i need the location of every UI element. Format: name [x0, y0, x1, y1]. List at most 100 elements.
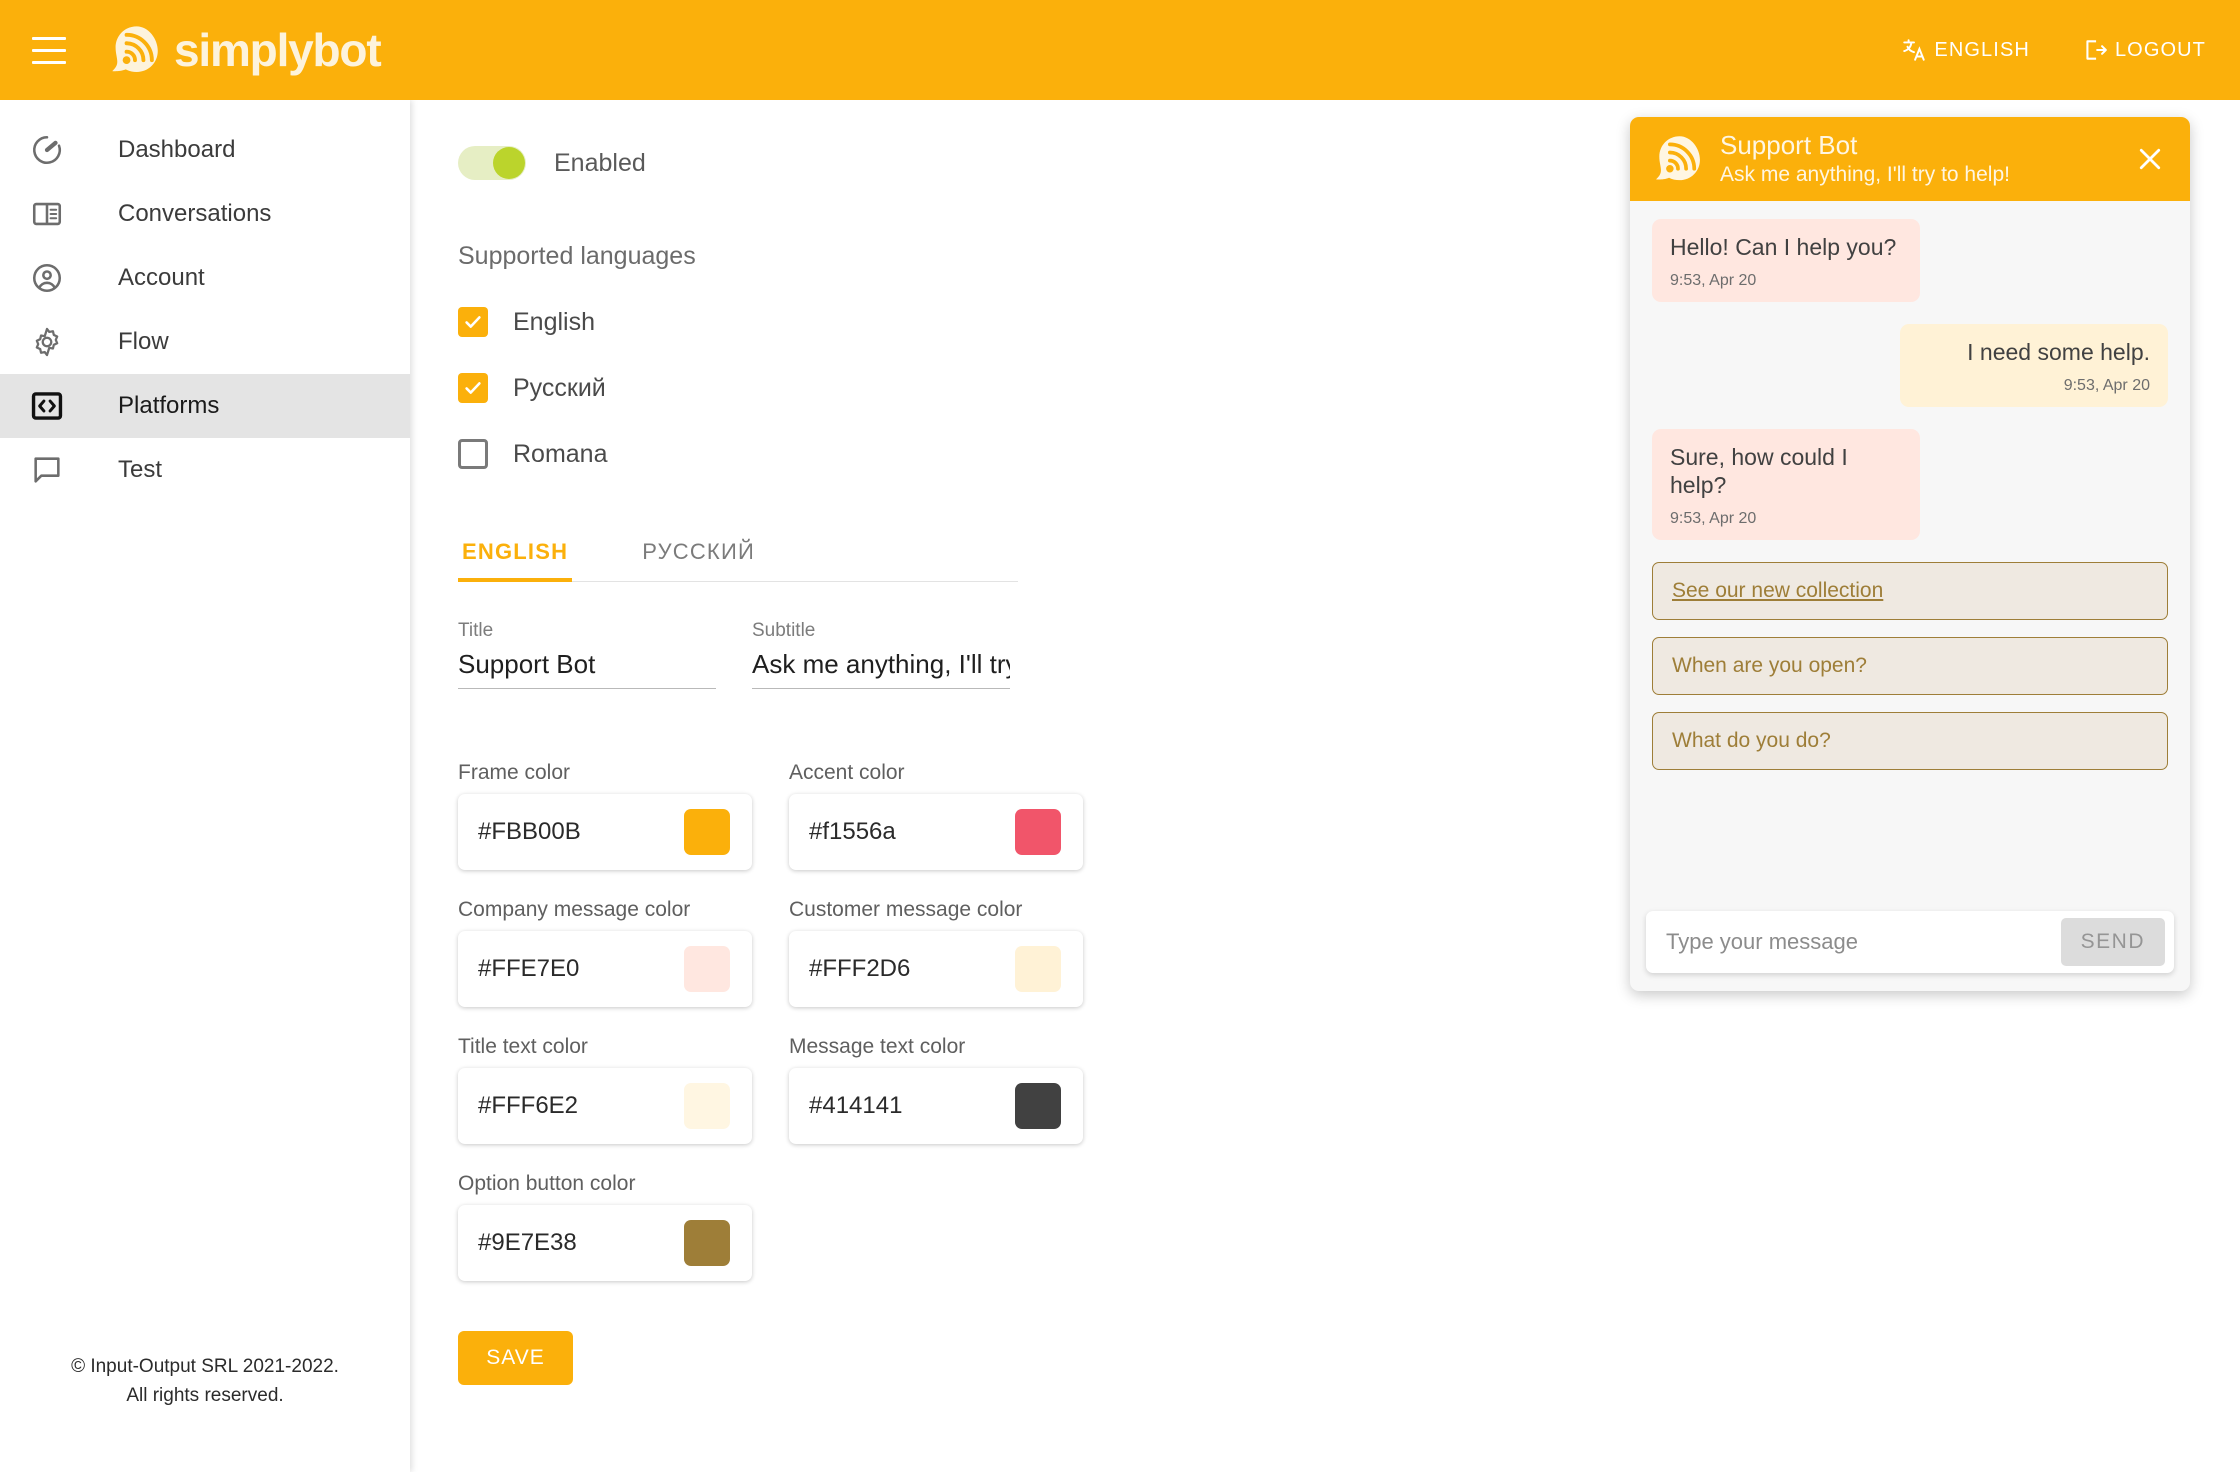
language-switcher[interactable]: ENGLISH	[1901, 37, 2030, 63]
color-value: #f1556a	[809, 818, 896, 845]
color-swatch[interactable]	[684, 1083, 730, 1129]
brand-name: simplybot	[174, 24, 382, 76]
sidebar-item-account[interactable]: Account	[0, 246, 410, 310]
subtitle-field-wrap: Subtitle	[752, 620, 1010, 689]
message-time: 9:53, Apr 20	[2063, 376, 2150, 394]
hamburger-icon[interactable]	[26, 27, 72, 73]
chat-header: Support Bot Ask me anything, I'll try to…	[1630, 117, 2190, 201]
color-value: #414141	[809, 1092, 903, 1119]
book-icon	[24, 191, 70, 237]
chat-message-user: I need some help. 9:53, Apr 20	[1900, 323, 2168, 407]
chat-option-button[interactable]: What do you do?	[1652, 712, 2168, 770]
brand-logo-link[interactable]: simplybot	[108, 23, 382, 77]
code-brackets-icon	[24, 383, 70, 429]
enabled-toggle-row: Enabled	[458, 146, 1558, 180]
chat-header-text: Support Bot Ask me anything, I'll try to…	[1720, 129, 2130, 187]
chat-title: Support Bot	[1720, 129, 1858, 160]
sidebar-item-label: Flow	[118, 328, 169, 355]
color-swatch[interactable]	[684, 1220, 730, 1266]
color-swatch[interactable]	[1015, 946, 1061, 992]
color-swatch[interactable]	[684, 946, 730, 992]
chat-input-bar: SEND	[1646, 911, 2174, 973]
color-field-box[interactable]: #FFF2D6	[789, 931, 1083, 1007]
color-value: #FFE7E0	[478, 955, 580, 982]
message-text: I need some help.	[1967, 338, 2150, 365]
sidebar-item-flow[interactable]: Flow	[0, 310, 410, 374]
color-field-box[interactable]: #FBB00B	[458, 794, 752, 870]
color-field-box[interactable]: #f1556a	[789, 794, 1083, 870]
title-input[interactable]	[458, 649, 716, 689]
top-bar: simplybot ENGLISH LOGOUT	[0, 0, 2240, 100]
color-field-box[interactable]: #414141	[789, 1068, 1083, 1144]
message-time: 9:53, Apr 20	[1670, 271, 1757, 289]
sidebar-item-dashboard[interactable]: Dashboard	[0, 118, 410, 182]
color-field-box[interactable]: #9E7E38	[458, 1205, 752, 1281]
language-checkbox-romana[interactable]: Romana	[458, 439, 1558, 469]
chat-option-button[interactable]: See our new collection	[1652, 562, 2168, 620]
color-field-label: Option button color	[458, 1172, 636, 1195]
color-value: #FFF2D6	[809, 955, 911, 982]
platform-settings-form: Enabled Supported languages English Русс…	[458, 100, 1558, 1385]
chat-message-list: Hello! Can I help you? 9:53, Apr 20 I ne…	[1630, 201, 2190, 911]
color-field-title-text: Title text color #FFF6E2	[458, 1035, 752, 1144]
color-field-message-text: Message text color #414141	[789, 1035, 1083, 1144]
copyright-line-2: All rights reserved.	[126, 1384, 284, 1406]
checkbox-unchecked-icon	[458, 439, 488, 469]
language-label: ENGLISH	[1934, 38, 2030, 61]
save-button[interactable]: SAVE	[458, 1331, 573, 1385]
language-label: English	[513, 307, 595, 336]
language-label: Romana	[513, 439, 608, 468]
logout-label: LOGOUT	[2114, 38, 2206, 61]
sidebar-item-platforms[interactable]: Platforms	[0, 374, 410, 438]
gear-icon	[24, 319, 70, 365]
title-field-label: Title	[458, 620, 494, 641]
sidebar-item-label: Conversations	[118, 200, 272, 227]
sidebar-item-label: Test	[118, 456, 163, 483]
color-field-label: Accent color	[789, 761, 905, 784]
chat-message-bot: Sure, how could I help? 9:53, Apr 20	[1652, 428, 1920, 540]
chat-message-bot: Hello! Can I help you? 9:53, Apr 20	[1652, 219, 1920, 302]
user-circle-icon	[24, 255, 70, 301]
color-field-box[interactable]: #FFE7E0	[458, 931, 752, 1007]
color-swatch[interactable]	[1015, 1083, 1061, 1129]
enabled-label: Enabled	[554, 148, 646, 177]
sidebar-item-test[interactable]: Test	[0, 438, 410, 502]
color-field-label: Message text color	[789, 1035, 966, 1058]
logout-icon	[2086, 40, 2107, 60]
color-field-box[interactable]: #FFF6E2	[458, 1068, 752, 1144]
tab-russian[interactable]: РУССКИЙ	[638, 539, 759, 581]
language-label: Русский	[513, 373, 606, 402]
sidebar-item-label: Account	[118, 264, 205, 291]
color-field-accent: Accent color #f1556a	[789, 761, 1083, 870]
language-checkbox-english[interactable]: English	[458, 307, 1558, 337]
message-text: Sure, how could I help?	[1670, 443, 1848, 499]
sidebar: Dashboard Conversations Account Flow Pla…	[0, 100, 410, 1472]
tab-english[interactable]: ENGLISH	[458, 539, 573, 582]
color-field-customer-message: Customer message color #FFF2D6	[789, 898, 1083, 1007]
checkbox-checked-icon	[458, 307, 488, 337]
send-button[interactable]: SEND	[2060, 918, 2165, 966]
gauge-icon	[24, 127, 70, 173]
tab-label: РУССКИЙ	[642, 539, 755, 564]
copyright-line-1: © Input-Output SRL 2021-2022.	[71, 1356, 339, 1377]
logout-button[interactable]: LOGOUT	[2082, 37, 2206, 63]
close-icon[interactable]	[2130, 139, 2170, 179]
sidebar-item-conversations[interactable]: Conversations	[0, 182, 410, 246]
color-field-label: Frame color	[458, 761, 571, 784]
title-field-wrap: Title	[458, 620, 716, 689]
color-field-company-message: Company message color #FFE7E0	[458, 898, 752, 1007]
enabled-toggle[interactable]	[458, 146, 526, 180]
subtitle-input[interactable]	[752, 649, 1010, 689]
color-swatch[interactable]	[684, 809, 730, 855]
chat-widget-preview: Support Bot Ask me anything, I'll try to…	[1630, 117, 2190, 991]
color-value: #FFF6E2	[478, 1092, 579, 1119]
checkbox-checked-icon	[458, 373, 488, 403]
language-checkbox-russian[interactable]: Русский	[458, 373, 1558, 403]
color-value: #9E7E38	[478, 1229, 577, 1256]
language-tabs: ENGLISH РУССКИЙ	[458, 539, 1018, 582]
chat-message-input[interactable]	[1664, 928, 2061, 956]
chat-option-button[interactable]: When are you open?	[1652, 637, 2168, 695]
sidebar-footer: © Input-Output SRL 2021-2022. All rights…	[0, 1353, 410, 1410]
color-swatch[interactable]	[1015, 809, 1061, 855]
color-field-label: Company message color	[458, 898, 691, 921]
